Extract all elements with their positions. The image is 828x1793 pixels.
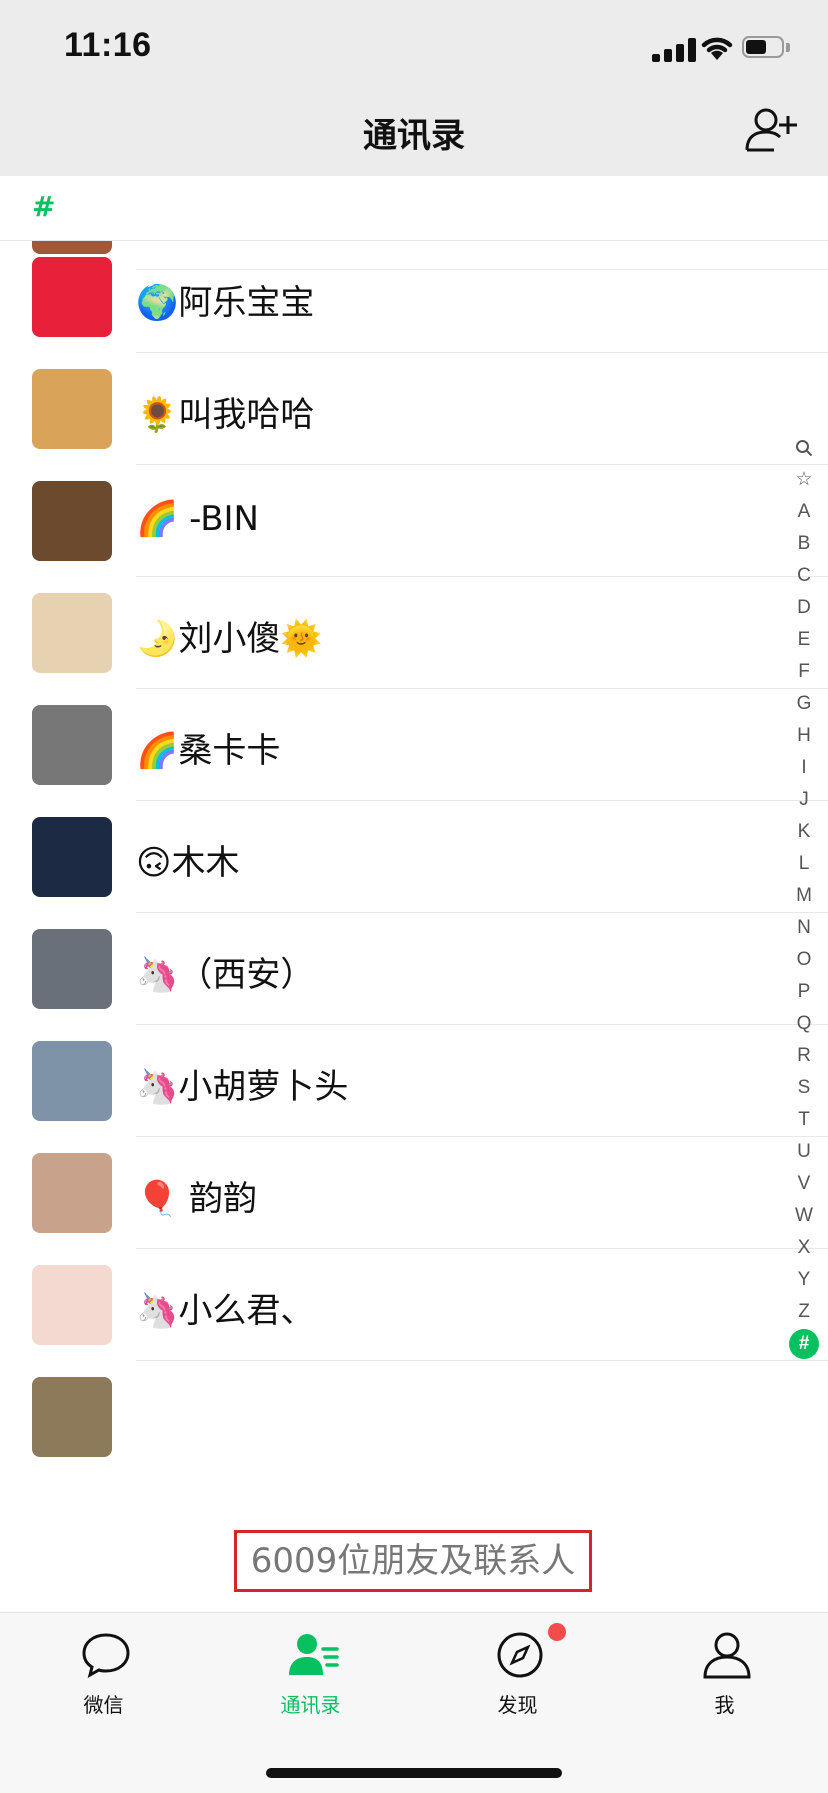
contact-name: 🙃木木: [136, 843, 240, 883]
list-item[interactable]: 🦄小么君、: [0, 1249, 828, 1361]
add-contact-icon[interactable]: [744, 106, 798, 154]
index-letter-v[interactable]: V: [788, 1168, 820, 1200]
battery-icon: [742, 36, 790, 62]
index-letter-p[interactable]: P: [788, 976, 820, 1008]
compass-icon: [497, 1632, 543, 1678]
index-star-icon[interactable]: ☆: [788, 464, 820, 496]
index-letter-m[interactable]: M: [788, 880, 820, 912]
cellular-signal-icon: [652, 38, 698, 62]
tab-label: 微信: [83, 1693, 124, 1717]
avatar: [32, 1265, 112, 1345]
tab-label: 发现: [497, 1693, 538, 1717]
index-letter-z[interactable]: Z: [788, 1296, 820, 1328]
index-letter-u[interactable]: U: [788, 1136, 820, 1168]
avatar: [32, 929, 112, 1009]
index-letter-c[interactable]: C: [788, 560, 820, 592]
alphabet-index[interactable]: ☆ A B C D E F G H I J K L M N O P Q R S T U V W X Y Z #: [788, 432, 820, 1359]
index-search-icon[interactable]: [788, 432, 820, 464]
avatar: [32, 257, 112, 337]
chat-bubble-icon: [82, 1633, 130, 1678]
section-letter: #: [32, 190, 56, 223]
avatar: [32, 1377, 112, 1457]
index-letter-o[interactable]: O: [788, 944, 820, 976]
index-letter-w[interactable]: W: [788, 1200, 820, 1232]
tab-contacts[interactable]: 通讯录: [207, 1613, 414, 1723]
index-letter-x[interactable]: X: [788, 1232, 820, 1264]
contacts-icon: [289, 1634, 339, 1675]
list-item[interactable]: 🌈桑卡卡: [0, 689, 828, 801]
index-letter-y[interactable]: Y: [788, 1264, 820, 1296]
contact-name: 🌛刘小傻🌞: [136, 619, 323, 659]
notification-dot: [548, 1623, 566, 1641]
contact-name: 🌻叫我哈哈: [136, 395, 315, 435]
status-bar: 11:16: [0, 0, 828, 90]
avatar: [32, 369, 112, 449]
list-item[interactable]: [0, 1361, 828, 1473]
avatar: [32, 593, 112, 673]
list-item[interactable]: 🌍阿乐宝宝: [0, 241, 828, 353]
tab-discover[interactable]: 发现: [414, 1613, 621, 1723]
contact-name: 🌍阿乐宝宝: [136, 283, 315, 323]
contact-name: 🎈 韵韵: [136, 1179, 258, 1219]
index-letter-g[interactable]: G: [788, 688, 820, 720]
contact-count: 6009位朋友及联系人: [234, 1530, 592, 1592]
page-title: 通讯录: [363, 116, 465, 156]
index-letter-n[interactable]: N: [788, 912, 820, 944]
avatar: [32, 1153, 112, 1233]
index-letter-q[interactable]: Q: [788, 1008, 820, 1040]
home-indicator[interactable]: [266, 1768, 562, 1778]
contact-name: 🌈 -BIN: [136, 499, 259, 539]
top-bar: 11:16 通讯录: [0, 0, 828, 176]
index-letter-t[interactable]: T: [788, 1104, 820, 1136]
index-letter-j[interactable]: J: [788, 784, 820, 816]
contact-name: 🦄（西安）: [136, 955, 315, 995]
status-time: 11:16: [64, 26, 152, 64]
index-letter-d[interactable]: D: [788, 592, 820, 624]
tab-label: 我: [714, 1693, 735, 1717]
index-letter-l[interactable]: L: [788, 848, 820, 880]
list-item[interactable]: 🦄（西安）: [0, 913, 828, 1025]
contact-name: 🦄小么君、: [136, 1291, 315, 1331]
index-letter-f[interactable]: F: [788, 656, 820, 688]
contact-name: 🦄小胡萝卜头: [136, 1067, 349, 1107]
index-letter-s[interactable]: S: [788, 1072, 820, 1104]
tab-bar: 微信 通讯录 发现 我: [0, 1612, 828, 1793]
index-letter-h[interactable]: H: [788, 720, 820, 752]
tab-chats[interactable]: 微信: [0, 1613, 207, 1723]
avatar: [32, 1041, 112, 1121]
list-item[interactable]: 🌛刘小傻🌞: [0, 577, 828, 689]
tab-label: 通讯录: [280, 1693, 341, 1717]
list-item[interactable]: 🙃木木: [0, 801, 828, 913]
tab-me[interactable]: 我: [621, 1613, 828, 1723]
section-header: #: [0, 176, 828, 241]
list-item[interactable]: 🌻叫我哈哈: [0, 353, 828, 465]
list-item[interactable]: 🎈 韵韵: [0, 1137, 828, 1249]
index-letter-r[interactable]: R: [788, 1040, 820, 1072]
person-icon: [703, 1632, 751, 1679]
contact-list[interactable]: 🌍阿乐宝宝 🌻叫我哈哈 🌈 -BIN 🌛刘小傻🌞 🌈桑卡卡 🙃木木 🦄（西安） …: [0, 241, 828, 1508]
contact-name: 🌈桑卡卡: [136, 731, 281, 771]
index-letter-e[interactable]: E: [788, 624, 820, 656]
avatar: [32, 705, 112, 785]
list-item[interactable]: 🦄小胡萝卜头: [0, 1025, 828, 1137]
index-letter-b[interactable]: B: [788, 528, 820, 560]
index-letter-a[interactable]: A: [788, 496, 820, 528]
index-letter-i[interactable]: I: [788, 752, 820, 784]
contact-count-area: 6009位朋友及联系人: [0, 1508, 828, 1612]
list-item[interactable]: 🌈 -BIN: [0, 465, 828, 577]
wifi-icon: [701, 37, 733, 60]
avatar: [32, 481, 112, 561]
index-letter-hash[interactable]: #: [789, 1329, 819, 1359]
index-letter-k[interactable]: K: [788, 816, 820, 848]
avatar: [32, 817, 112, 897]
